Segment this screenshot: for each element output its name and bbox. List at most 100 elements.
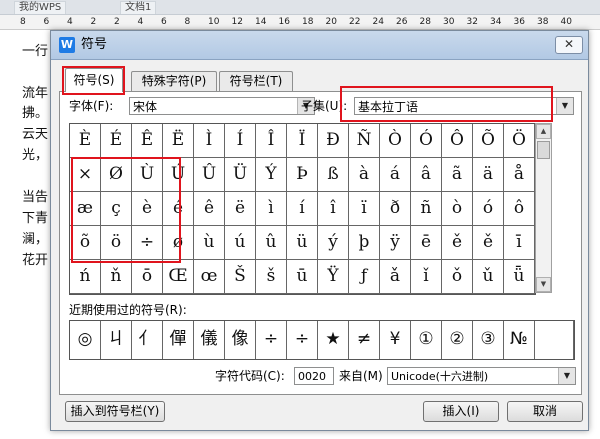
symbol-grid-scrollbar[interactable]: ▲ ▼ <box>535 123 552 293</box>
recent-symbol-cell[interactable]: ÷ <box>256 321 287 359</box>
symbol-cell[interactable]: Ñ <box>349 124 380 158</box>
symbol-cell[interactable]: ň <box>101 260 132 294</box>
symbol-cell[interactable]: ì <box>256 192 287 226</box>
symbol-cell[interactable]: ě <box>473 226 504 260</box>
symbol-cell[interactable]: ê <box>194 192 225 226</box>
symbol-cell[interactable]: ǔ <box>473 260 504 294</box>
ruler-number: 14 <box>255 17 267 27</box>
symbol-cell[interactable]: ē <box>411 226 442 260</box>
symbol-cell[interactable]: Û <box>194 158 225 192</box>
tab-symbol-bar[interactable]: 符号栏(T) <box>219 71 293 91</box>
tab-special-characters[interactable]: 特殊字符(P) <box>131 71 217 91</box>
symbol-cell[interactable]: á <box>380 158 411 192</box>
chevron-down-icon[interactable]: ▼ <box>558 368 575 384</box>
close-button[interactable]: ✕ <box>555 36 583 54</box>
symbol-cell[interactable]: ã <box>442 158 473 192</box>
recent-symbol-cell[interactable]: ◎ <box>70 321 101 359</box>
symbol-cell[interactable]: ú <box>225 226 256 260</box>
recent-symbol-cell[interactable]: ③ <box>473 321 504 359</box>
symbol-cell[interactable]: ï <box>349 192 380 226</box>
symbol-cell[interactable]: ß <box>318 158 349 192</box>
insert-button[interactable]: 插入(I) <box>423 401 499 422</box>
symbol-cell[interactable]: Í <box>225 124 256 158</box>
doc-tab-my-wps[interactable]: 我的WPS <box>14 1 67 14</box>
recent-symbol-cell[interactable]: ★ <box>318 321 349 359</box>
symbol-cell[interactable]: ī <box>504 226 535 260</box>
symbol-cell[interactable]: Î <box>256 124 287 158</box>
recent-symbol-cell[interactable]: ≠ <box>349 321 380 359</box>
symbol-cell[interactable]: ô <box>504 192 535 226</box>
recent-symbol-cell[interactable]: ÷ <box>287 321 318 359</box>
symbol-cell[interactable]: ò <box>442 192 473 226</box>
doc-line: 流年 <box>22 86 49 101</box>
recent-symbol-cell[interactable] <box>535 321 574 359</box>
symbol-cell[interactable]: Ê <box>132 124 163 158</box>
symbol-cell[interactable]: Ò <box>380 124 411 158</box>
symbol-cell[interactable]: Ì <box>194 124 225 158</box>
symbol-cell[interactable]: ñ <box>411 192 442 226</box>
symbol-cell[interactable]: Ô <box>442 124 473 158</box>
cancel-button[interactable]: 取消 <box>507 401 583 422</box>
symbol-cell[interactable]: š <box>256 260 287 294</box>
symbol-cell[interactable]: Ý <box>256 158 287 192</box>
symbol-cell[interactable]: Ï <box>287 124 318 158</box>
highlight-box-symbols <box>71 157 181 263</box>
symbol-cell[interactable]: Œ <box>163 260 194 294</box>
symbol-cell[interactable]: Þ <box>287 158 318 192</box>
recent-symbol-cell[interactable]: ¥ <box>380 321 411 359</box>
scroll-up-icon[interactable]: ▲ <box>536 124 551 139</box>
symbol-cell[interactable]: ǒ <box>442 260 473 294</box>
doc-tab-document1[interactable]: 文档1 <box>120 1 157 14</box>
scroll-down-icon[interactable]: ▼ <box>536 277 551 292</box>
symbol-cell[interactable]: Ÿ <box>318 260 349 294</box>
recent-symbol-cell[interactable]: ① <box>411 321 442 359</box>
symbol-cell[interactable]: ǖ <box>504 260 535 294</box>
recent-symbol-cell[interactable]: ㄐ <box>101 321 132 359</box>
from-dropdown[interactable]: Unicode(十六进制) ▼ <box>387 367 576 385</box>
symbol-cell[interactable]: ū <box>287 260 318 294</box>
font-dropdown[interactable]: 宋体 ▼ <box>129 97 315 115</box>
symbol-cell[interactable]: ō <box>132 260 163 294</box>
symbol-cell[interactable]: þ <box>349 226 380 260</box>
symbol-cell[interactable]: Ö <box>504 124 535 158</box>
symbol-cell[interactable]: ó <box>473 192 504 226</box>
recent-symbol-cell[interactable]: ② <box>442 321 473 359</box>
recent-symbol-cell[interactable]: 像 <box>225 321 256 359</box>
symbol-cell[interactable]: â <box>411 158 442 192</box>
symbol-cell[interactable]: í <box>287 192 318 226</box>
symbol-cell[interactable]: Õ <box>473 124 504 158</box>
symbol-cell[interactable]: ě <box>442 226 473 260</box>
symbol-cell[interactable]: î <box>318 192 349 226</box>
symbol-cell[interactable]: ý <box>318 226 349 260</box>
symbol-cell[interactable]: à <box>349 158 380 192</box>
symbol-cell[interactable]: ä <box>473 158 504 192</box>
scrollbar-thumb[interactable] <box>537 141 550 159</box>
symbol-cell[interactable]: œ <box>194 260 225 294</box>
insert-to-symbol-bar-button[interactable]: 插入到符号栏(Y) <box>65 401 165 422</box>
symbol-cell[interactable]: ð <box>380 192 411 226</box>
recent-symbol-cell[interactable]: 僤 <box>163 321 194 359</box>
symbol-cell[interactable]: ù <box>194 226 225 260</box>
symbol-cell[interactable]: Ë <box>163 124 194 158</box>
symbol-cell[interactable]: ǐ <box>411 260 442 294</box>
symbol-cell[interactable]: ń <box>70 260 101 294</box>
symbol-cell[interactable]: ǎ <box>380 260 411 294</box>
recent-symbol-cell[interactable]: № <box>504 321 535 359</box>
symbol-cell[interactable]: ƒ <box>349 260 380 294</box>
symbol-cell[interactable]: Š <box>225 260 256 294</box>
symbol-cell[interactable]: å <box>504 158 535 192</box>
symbol-cell[interactable]: Ð <box>318 124 349 158</box>
symbol-cell[interactable]: Ü <box>225 158 256 192</box>
symbol-cell[interactable]: ë <box>225 192 256 226</box>
char-code-input[interactable]: 0020 <box>294 367 334 385</box>
symbol-cell[interactable]: û <box>256 226 287 260</box>
recent-symbol-cell[interactable]: 儀 <box>194 321 225 359</box>
chevron-down-icon[interactable]: ▼ <box>556 98 573 114</box>
symbol-cell[interactable]: È <box>70 124 101 158</box>
dialog-titlebar[interactable]: W 符号 ✕ <box>51 31 588 60</box>
symbol-cell[interactable]: É <box>101 124 132 158</box>
symbol-cell[interactable]: ü <box>287 226 318 260</box>
symbol-cell[interactable]: Ó <box>411 124 442 158</box>
symbol-cell[interactable]: ÿ <box>380 226 411 260</box>
recent-symbol-cell[interactable]: 亻 <box>132 321 163 359</box>
